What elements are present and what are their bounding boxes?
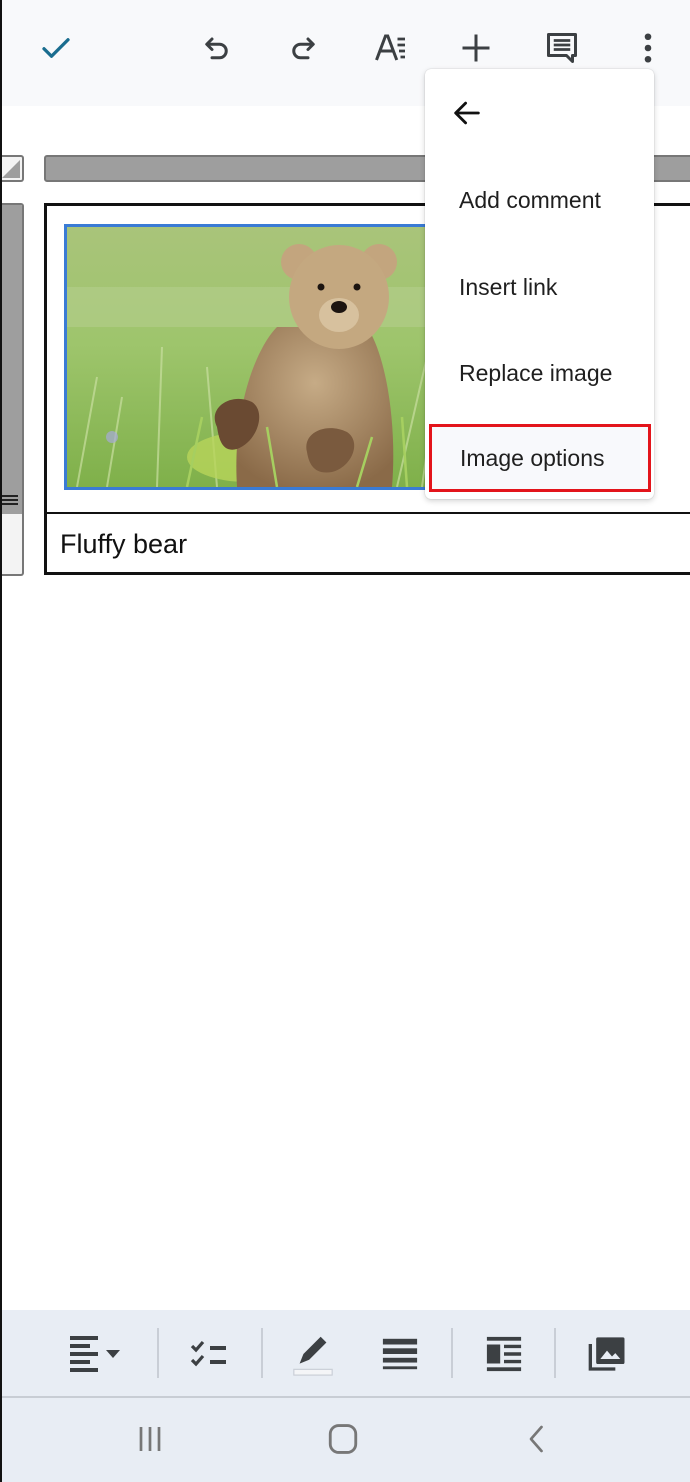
menu-item-image-options[interactable]: Image options	[429, 424, 651, 492]
corner-triangle-icon	[2, 160, 20, 178]
undo-button[interactable]	[192, 22, 244, 74]
text-wrap-icon	[486, 1336, 522, 1372]
table-row-divider	[47, 512, 690, 514]
undo-icon	[205, 37, 228, 60]
arrow-back-icon	[454, 101, 480, 125]
align-button[interactable]	[64, 1328, 134, 1380]
system-navigation-bar	[2, 1398, 690, 1482]
insert-button[interactable]	[450, 22, 502, 74]
insert-icon	[462, 34, 490, 62]
check-icon	[42, 38, 70, 58]
align-left-dropdown-icon	[70, 1336, 120, 1372]
line-spacing-icon	[382, 1338, 418, 1370]
back-button[interactable]	[507, 1414, 567, 1464]
drag-grip-icon[interactable]	[2, 495, 18, 507]
comment-icon	[547, 33, 577, 63]
recent-apps-icon	[139, 1427, 161, 1451]
bear-photo	[67, 227, 441, 487]
overflow-menu: Add comment Insert link Replace image Im…	[425, 69, 654, 499]
selected-row-indicator	[2, 205, 22, 514]
format-toolbar	[2, 1310, 690, 1398]
toolbar-divider	[554, 1328, 556, 1378]
text-format-icon	[375, 34, 405, 61]
more-options-button[interactable]	[622, 22, 674, 74]
toolbar-divider	[157, 1328, 159, 1378]
more-vert-icon	[644, 33, 652, 63]
caption-cell[interactable]: Fluffy bear	[60, 529, 187, 560]
comment-button[interactable]	[536, 22, 588, 74]
home-icon	[328, 1424, 358, 1454]
menu-back-button[interactable]	[447, 93, 487, 133]
image-gallery-button[interactable]	[579, 1328, 635, 1380]
image-gallery-icon	[588, 1337, 625, 1371]
highlight-color-button[interactable]	[285, 1328, 341, 1380]
back-icon	[529, 1425, 543, 1453]
row-selector-handle[interactable]	[2, 203, 24, 576]
menu-item-replace-image[interactable]: Replace image	[425, 337, 654, 409]
checklist-icon	[190, 1340, 226, 1367]
redo-icon	[292, 37, 315, 60]
menu-item-add-comment[interactable]: Add comment	[425, 164, 654, 236]
highlight-pen-icon	[293, 1336, 333, 1376]
done-button[interactable]	[30, 22, 82, 74]
checklist-button[interactable]	[182, 1328, 238, 1380]
table-select-handle[interactable]	[2, 155, 24, 182]
recent-apps-button[interactable]	[120, 1414, 180, 1464]
redo-button[interactable]	[276, 22, 328, 74]
menu-item-insert-link[interactable]: Insert link	[425, 251, 654, 323]
text-format-button[interactable]	[364, 22, 416, 74]
text-wrap-button[interactable]	[476, 1328, 532, 1380]
line-spacing-button[interactable]	[372, 1328, 428, 1380]
toolbar-divider	[451, 1328, 453, 1378]
selected-image[interactable]	[64, 224, 444, 490]
home-button[interactable]	[313, 1414, 373, 1464]
toolbar-divider	[261, 1328, 263, 1378]
